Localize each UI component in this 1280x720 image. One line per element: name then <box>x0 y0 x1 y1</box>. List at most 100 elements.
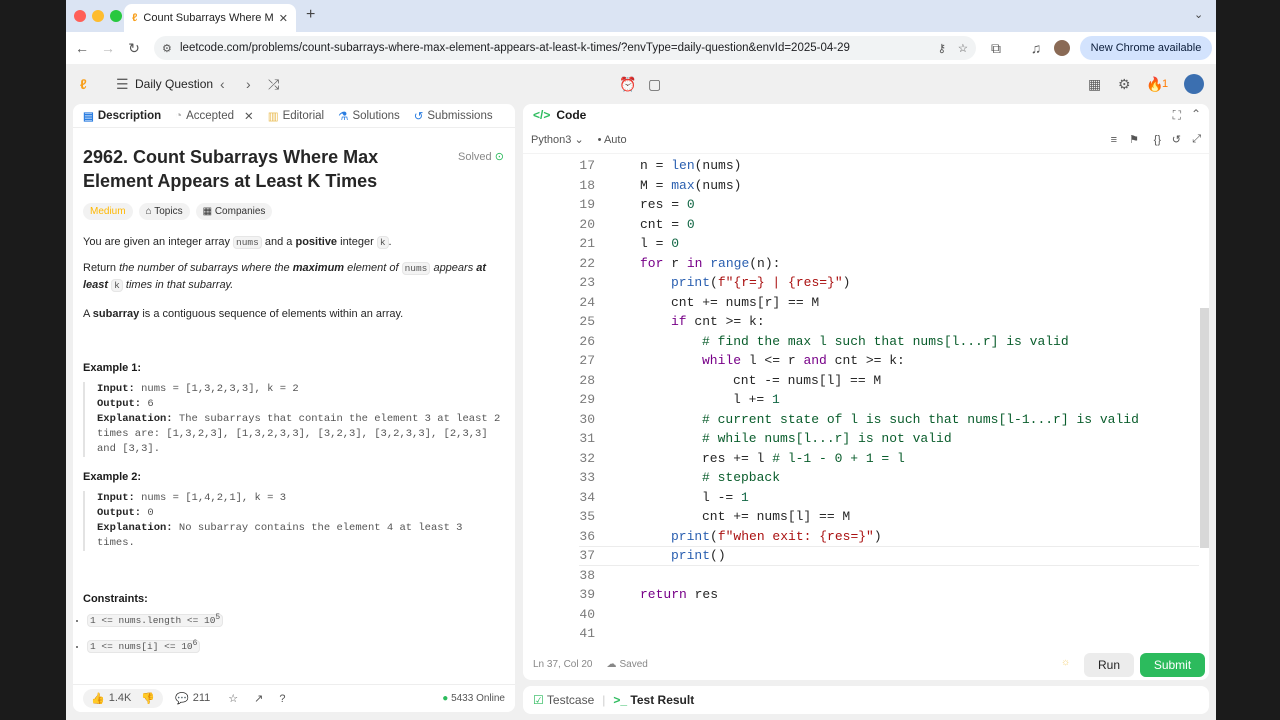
code-line[interactable]: # stepback <box>702 470 780 485</box>
line-number: 32 <box>579 450 595 466</box>
run-button[interactable]: Run <box>1084 653 1134 677</box>
solutions-icon: ⚗ <box>338 110 349 123</box>
companies-button[interactable]: ▦ Companies <box>195 203 273 220</box>
code-line[interactable]: res += l # l-1 - 0 + 1 = l <box>702 451 905 466</box>
problem-title[interactable]: 2962. Count Subarrays Where Max Element … <box>83 145 448 193</box>
like-button[interactable]: 👍 1.4K 👎 <box>83 689 164 708</box>
tab-editorial[interactable]: ▥ Editorial <box>268 109 324 123</box>
tab-strip: ℓ Count Subarrays Where Max E ✕ + ⌄ <box>66 0 1216 32</box>
browser-window: ℓ Count Subarrays Where Max E ✕ + ⌄ ← → … <box>66 0 1216 720</box>
code-icon: </> <box>533 108 551 122</box>
tab-testcase[interactable]: ☑ Testcase <box>533 693 594 707</box>
settings-gear-icon[interactable]: ⚙ <box>1118 76 1131 93</box>
layout-icon[interactable]: ▦ <box>1088 76 1101 93</box>
tab-test-result[interactable]: >_ Test Result <box>613 693 694 707</box>
timer-icon[interactable]: ⏰ <box>619 76 636 93</box>
problem-list-icon[interactable]: ☰ <box>116 76 129 93</box>
minimize-window-button[interactable] <box>92 10 104 22</box>
site-info-icon[interactable]: ⚙ <box>162 42 172 55</box>
address-bar[interactable]: ⚙ leetcode.com/problems/count-subarrays-… <box>154 36 976 60</box>
code-line[interactable]: res = 0 <box>640 197 695 212</box>
prev-problem-icon[interactable]: ‹ <box>220 76 225 92</box>
statement-paragraph-1: You are given an integer array nums and … <box>83 236 392 249</box>
line-number: 28 <box>579 372 595 388</box>
close-accepted-icon[interactable]: ✕ <box>244 109 254 123</box>
leetcode-logo-icon[interactable]: ℓ <box>80 76 87 92</box>
reset-icon[interactable]: ↺ <box>1172 133 1181 146</box>
tab-accepted[interactable]: ◔ Accepted ✕ <box>175 109 254 123</box>
code-line[interactable]: print() <box>671 548 726 563</box>
problem-content: 2962. Count Subarrays Where Max Element … <box>73 145 515 654</box>
maximize-window-button[interactable] <box>110 10 122 22</box>
code-line[interactable]: n = len(nums) <box>640 158 741 173</box>
editor-scrollbar[interactable] <box>1200 308 1209 548</box>
profile-avatar[interactable] <box>1054 40 1070 56</box>
line-number: 18 <box>579 177 595 193</box>
check-circle-icon: ⊙ <box>494 151 504 163</box>
code-line[interactable]: print(f"when exit: {res=}") <box>671 529 882 544</box>
braces-icon[interactable]: {} <box>1154 134 1161 146</box>
code-line[interactable]: if cnt >= k: <box>671 314 765 329</box>
thumbs-down-icon[interactable]: 👎 <box>141 692 155 705</box>
browser-tab[interactable]: ℓ Count Subarrays Where Max E ✕ <box>124 4 296 32</box>
mode-select[interactable]: • Auto <box>598 134 627 146</box>
reload-icon[interactable]: ↻ <box>126 40 142 56</box>
cursor-position: Ln 37, Col 20 <box>533 658 593 670</box>
code-line[interactable]: l += 1 <box>733 392 780 407</box>
language-select[interactable]: Python3 ⌄ <box>531 133 584 146</box>
media-icon[interactable]: ♫ <box>1028 40 1044 56</box>
format-icon[interactable]: ≡ <box>1111 134 1117 146</box>
tab-submissions[interactable]: ↺ Submissions <box>414 109 493 123</box>
online-dot-icon: ● <box>442 693 449 704</box>
bookmark-icon[interactable]: ⚑ <box>1129 133 1139 146</box>
code-line[interactable]: cnt -= nums[l] == M <box>733 373 881 388</box>
idea-icon[interactable]: ☼ <box>1061 657 1070 668</box>
streak-fire-icon[interactable]: 🔥 <box>1146 76 1163 93</box>
bookmark-star-icon[interactable]: ☆ <box>958 41 968 55</box>
example-2-block: Input: nums = [1,4,2,1], k = 3 Output: 0… <box>83 491 505 551</box>
code-line[interactable]: return res <box>640 587 718 602</box>
maximize-icon[interactable]: ⛶ <box>1173 108 1181 123</box>
password-key-icon[interactable]: ⚷ <box>938 41 946 55</box>
code-line[interactable]: l = 0 <box>640 236 679 251</box>
close-window-button[interactable] <box>74 10 86 22</box>
shuffle-icon[interactable]: ⤮ <box>268 76 279 93</box>
new-tab-icon[interactable]: + <box>306 6 315 24</box>
fullscreen-icon[interactable]: ⤢ <box>1192 133 1201 146</box>
submit-button[interactable]: Submit <box>1140 653 1205 677</box>
close-tab-icon[interactable]: ✕ <box>279 12 288 25</box>
comments-button[interactable]: 💬 211 <box>175 692 210 705</box>
favorite-star-icon[interactable]: ☆ <box>228 692 238 705</box>
code-line[interactable]: # while nums[l...r] is not valid <box>702 431 952 446</box>
line-number: 20 <box>579 216 595 232</box>
new-chrome-button[interactable]: New Chrome available <box>1080 36 1212 60</box>
collapse-icon[interactable]: ⌃ <box>1191 107 1201 121</box>
back-icon[interactable]: ← <box>74 40 90 56</box>
chevron-down-icon: ⌄ <box>574 134 584 146</box>
code-line[interactable]: for r in range(n): <box>640 256 780 271</box>
extensions-icon[interactable]: ⧉ <box>988 40 1004 56</box>
line-number: 37 <box>579 548 595 563</box>
topics-button[interactable]: ⌂ Topics <box>138 203 190 220</box>
share-icon[interactable]: ↗ <box>254 692 263 705</box>
code-line[interactable]: # current state of l is such that nums[l… <box>702 412 1139 427</box>
code-line[interactable]: M = max(nums) <box>640 178 741 193</box>
code-editor[interactable]: 17 n = len(nums) 18 M = max(nums) 19 res = 0 2… <box>523 154 1199 648</box>
code-line[interactable]: cnt += nums[l] == M <box>702 509 850 524</box>
next-problem-icon[interactable]: › <box>246 76 251 92</box>
tab-description[interactable]: ▤ Description <box>83 109 161 123</box>
code-line[interactable]: cnt = 0 <box>640 217 695 232</box>
tag-icon: ⌂ <box>145 206 152 217</box>
code-line[interactable]: l -= 1 <box>702 490 749 505</box>
code-line[interactable]: print(f"{r=} | {res=}") <box>671 275 850 290</box>
user-avatar[interactable] <box>1184 74 1204 94</box>
code-line[interactable]: cnt += nums[r] == M <box>671 295 819 310</box>
daily-question-title[interactable]: Daily Question <box>135 77 213 91</box>
help-icon[interactable]: ? <box>279 693 285 705</box>
tab-solutions[interactable]: ⚗ Solutions <box>338 109 400 123</box>
code-line[interactable]: # find the max l such that nums[l...r] i… <box>702 334 1069 349</box>
notes-icon[interactable]: ▢ <box>648 76 661 93</box>
tab-search-icon[interactable]: ⌄ <box>1194 8 1203 21</box>
code-line[interactable]: while l <= r and cnt >= k: <box>702 353 905 368</box>
forward-icon[interactable]: → <box>100 40 116 56</box>
